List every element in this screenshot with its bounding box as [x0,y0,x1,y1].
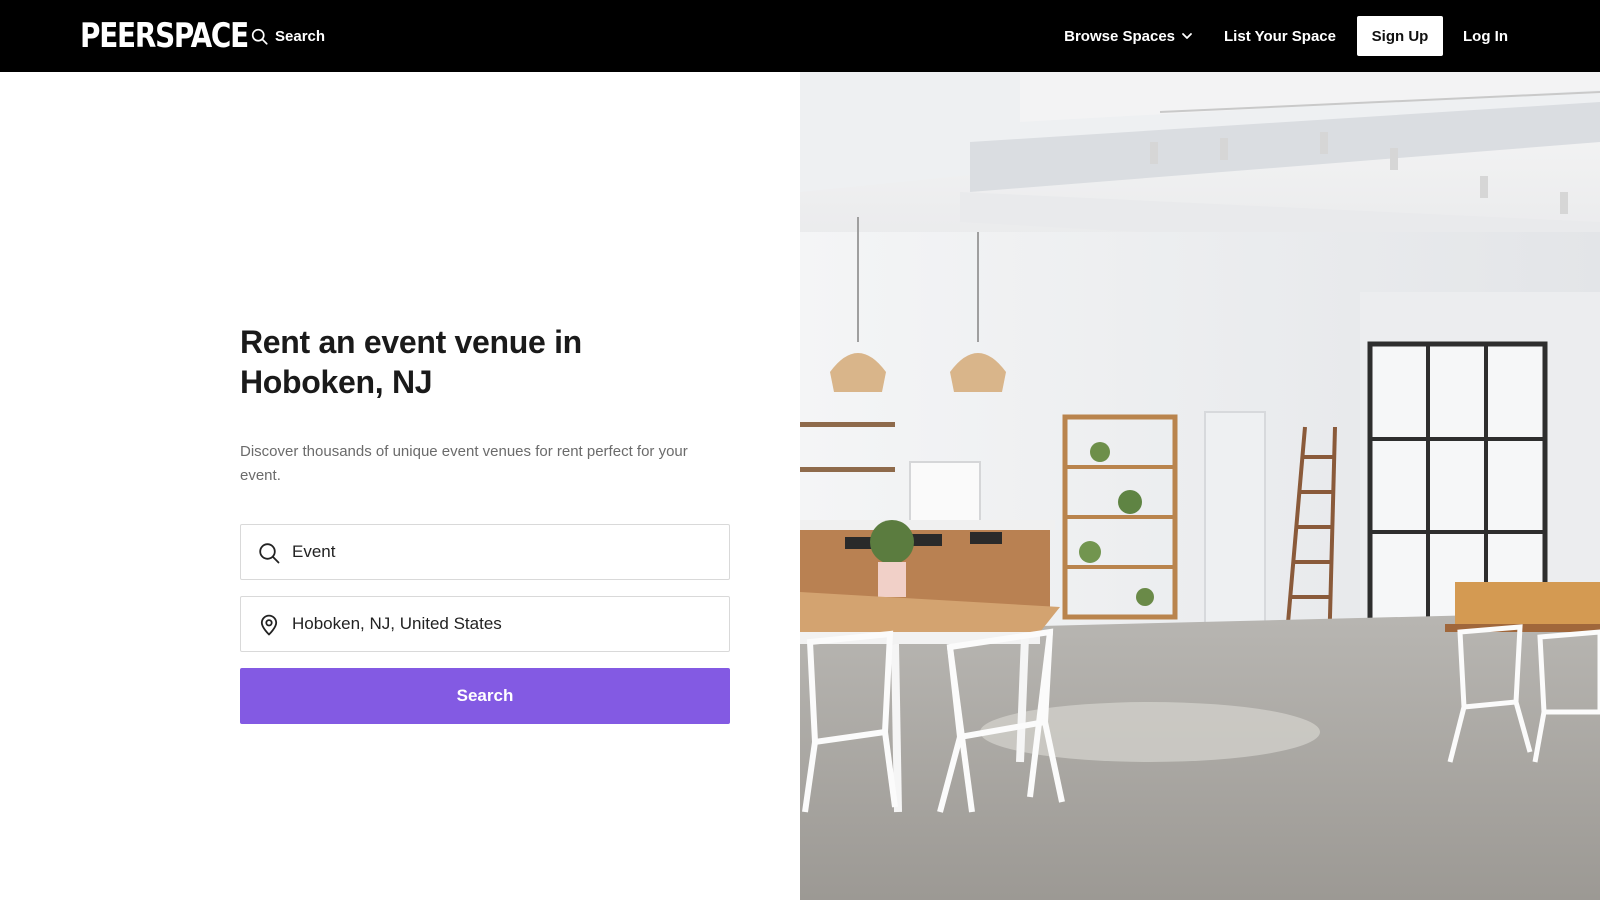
header-search-link[interactable]: Search [251,24,325,48]
event-type-input[interactable] [290,531,714,573]
top-navigation-bar: PEERSPACE Search Browse Spaces List Your… [0,0,1600,72]
hero-search-panel: Rent an event venue in Hoboken, NJ Disco… [240,322,730,724]
browse-spaces-label: Browse Spaces [1064,27,1176,45]
location-pin-icon [260,614,278,636]
search-icon [259,543,280,564]
search-icon [251,28,268,45]
header-right-nav: Browse Spaces List Your Space Sign Up Lo… [1064,0,1600,72]
page-title: Rent an event venue in Hoboken, NJ [240,324,582,400]
search-button[interactable]: Search [240,668,730,724]
venue-hero-photo [800,72,1600,900]
peerspace-logo[interactable]: PEERSPACE [80,16,249,56]
page-subtitle: Discover thousands of unique event venue… [240,443,688,484]
log-in-link[interactable]: Log In [1463,28,1508,45]
sign-up-button[interactable]: Sign Up [1357,16,1443,56]
location-field[interactable] [240,596,730,652]
list-your-space-link[interactable]: List Your Space [1224,28,1336,45]
event-type-field[interactable] [240,524,730,580]
venue-interior-illustration [800,72,1600,900]
chevron-down-icon [1182,33,1192,39]
location-input[interactable] [290,603,714,645]
header-search-label: Search [275,27,326,45]
browse-spaces-menu[interactable]: Browse Spaces [1064,28,1193,45]
